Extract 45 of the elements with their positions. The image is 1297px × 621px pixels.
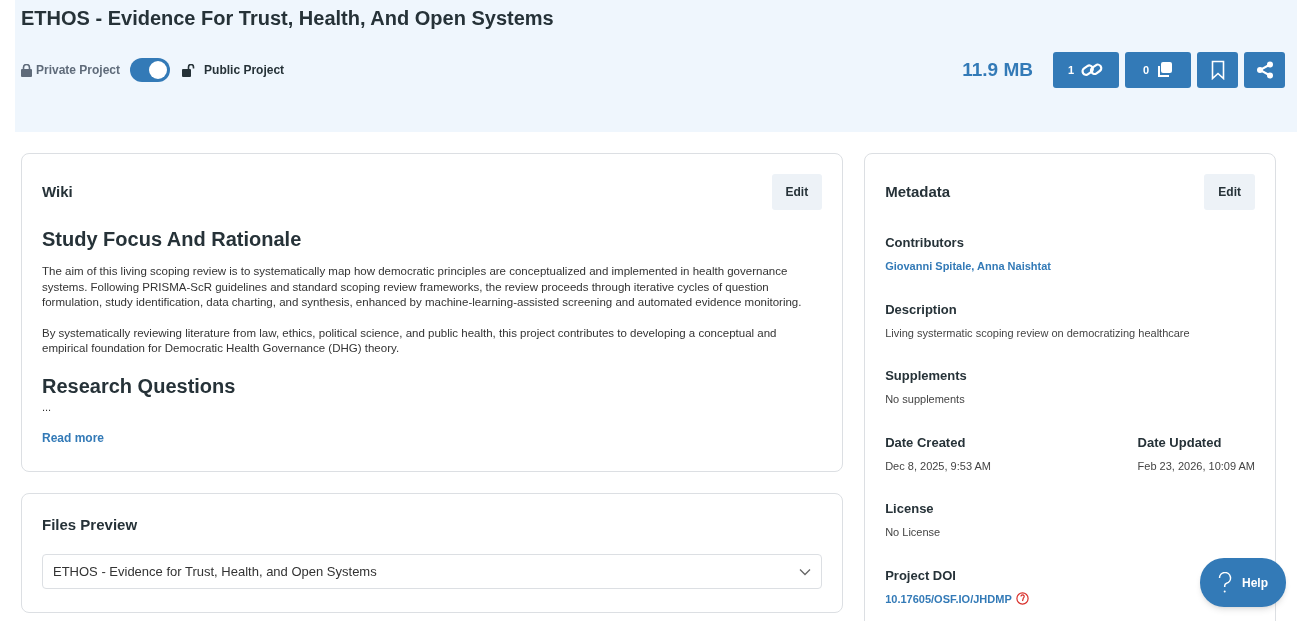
project-title: ETHOS - Evidence For Trust, Health, And Open Systems: [21, 6, 555, 31]
wiki-heading: Wiki: [42, 181, 73, 202]
storage-size: 11.9 MB: [962, 57, 1033, 82]
share-icon: [1255, 61, 1274, 79]
ellipsis-text: ...: [42, 400, 53, 413]
chevron-down-icon: [799, 567, 812, 576]
doi-link[interactable]: 10.17605/OSF.IO/JHDMP: [885, 590, 1012, 607]
links-button[interactable]: 1: [1053, 52, 1119, 88]
field-label: Date Created: [885, 433, 966, 452]
field-value: No supplements: [885, 392, 966, 407]
edit-button[interactable]: Edit: [1204, 174, 1255, 210]
field-label: License: [885, 500, 934, 518]
read-more-link[interactable]: Read more: [42, 428, 105, 447]
section-heading: Research Questions: [42, 373, 237, 399]
field-label: Date Updated: [1137, 433, 1222, 452]
edit-button[interactable]: Edit: [771, 174, 823, 210]
field-label: Description: [885, 300, 957, 319]
field-value: Feb 23, 2026, 10:09 AM: [1137, 458, 1255, 474]
bookmark-button[interactable]: [1197, 52, 1238, 88]
private-project-label: Private Project: [36, 62, 121, 79]
help-button[interactable]: Help: [1200, 558, 1286, 607]
field-label: Supplements: [885, 367, 967, 385]
contributors-link[interactable]: Giovanni Spitale, Anna Naishtat: [885, 258, 1255, 275]
wiki-paragraph: By systematically reviewing literature from law, ethics, political science, and public health, this project contributes to developing a conceptual and empirical foundation for Democratic Health Governance (DHG) theory.: [42, 325, 778, 356]
lock-icon: [21, 63, 32, 77]
copy-icon: [1155, 61, 1174, 79]
metadata-heading: Metadata: [885, 181, 951, 202]
public-project-label: Public Project: [204, 62, 285, 79]
wiki-paragraph: The aim of this living scoping review is to systematically map how democratic principles are conceptualized and implemented in health governance systems. Following PRISMA-ScR guidelines and standard scoping review frameworks, the review proceeds through iterative cycles of question formulation, study identification, data charting, and synthesis, enhanced by machine-learning-assisted screening and automated evidence monitoring.: [42, 264, 803, 310]
info-icon[interactable]: [1015, 592, 1029, 606]
link-icon: [1080, 61, 1105, 79]
field-label: Contributors: [885, 234, 964, 252]
field-label: Project DOI: [885, 566, 956, 585]
file-select-dropdown[interactable]: ETHOS - Evidence for Trust, Health, and Open Systems: [42, 554, 823, 589]
share-button[interactable]: [1244, 52, 1285, 88]
section-heading: Study Focus And Rationale: [42, 227, 303, 252]
visibility-toggle[interactable]: [130, 58, 171, 82]
bookmark-icon: [1210, 60, 1225, 80]
files-preview-heading: Files Preview: [42, 514, 139, 535]
field-value: Living systermatic scoping review on democratizing healthcare: [885, 325, 1191, 341]
question-icon: [1218, 571, 1232, 594]
field-value: No License: [885, 525, 942, 540]
unlock-icon: [182, 63, 197, 77]
field-value: Dec 8, 2025, 9:53 AM: [885, 458, 991, 474]
duplicates-button[interactable]: 0: [1125, 52, 1191, 88]
